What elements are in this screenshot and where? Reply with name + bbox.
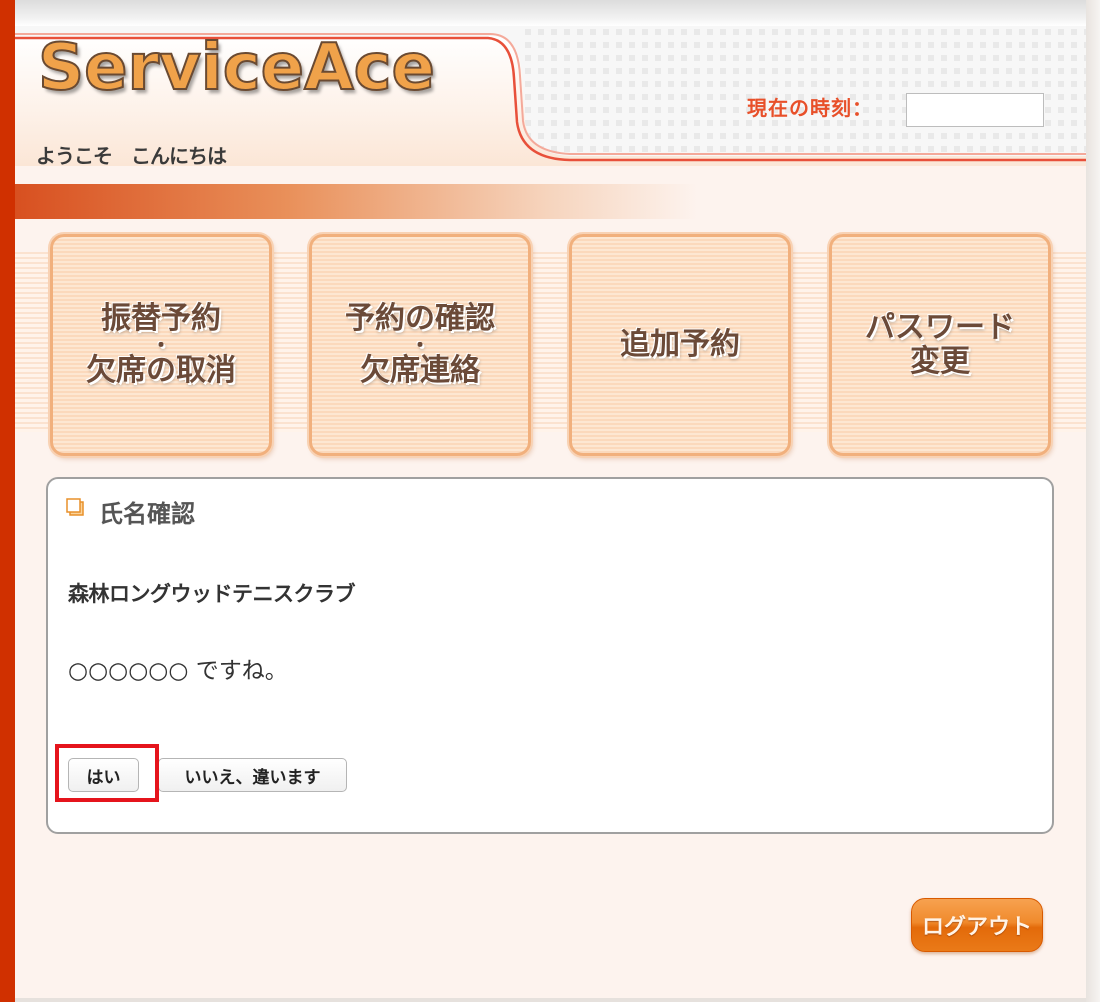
menu-label-dot: ・ bbox=[151, 333, 171, 357]
password-change-menu-button[interactable]: パスワード 変更 bbox=[829, 234, 1051, 456]
menu-label-line1: パスワード bbox=[865, 309, 1015, 345]
menu-label-line1: 追加予約 bbox=[620, 326, 740, 362]
bottom-strip bbox=[15, 998, 1086, 1002]
square-bullet-icon bbox=[66, 498, 84, 516]
menu-label-line2: 欠席の取消 bbox=[86, 353, 236, 388]
welcome-message: ようこそ こんにちは bbox=[36, 144, 227, 168]
club-name: 森林ロングウッドテニスクラブ bbox=[68, 582, 356, 606]
additional-reservation-menu-button[interactable]: 追加予約 bbox=[569, 234, 791, 456]
menu-label-line2: 変更 bbox=[910, 344, 970, 379]
reservation-check-menu-button[interactable]: 予約の確認 ・ 欠席連絡 bbox=[309, 234, 531, 456]
current-time-field[interactable] bbox=[906, 93, 1044, 127]
header-orange-band bbox=[15, 184, 697, 219]
transfer-cancel-menu-button[interactable]: 振替予約 ・ 欠席の取消 bbox=[50, 234, 272, 456]
name-confirm-text: ○○○○○○ ですね。 bbox=[68, 658, 288, 684]
panel-title: 氏名確認 bbox=[99, 500, 195, 528]
yes-button-highlight bbox=[55, 744, 159, 802]
page: ServiceAce ようこそ こんにちは 現在の時刻： 振替予約 ・ 欠席の取… bbox=[0, 0, 1100, 1002]
browser-top-strip bbox=[15, 0, 1086, 26]
left-accent-bar bbox=[0, 0, 15, 1002]
menu-label-line2: 欠席連絡 bbox=[360, 353, 480, 388]
right-edge bbox=[1086, 0, 1100, 1002]
menu-label-dot: ・ bbox=[410, 333, 430, 357]
service-ace-logo: ServiceAce bbox=[37, 31, 436, 105]
no-button[interactable]: いいえ、違います bbox=[158, 758, 347, 792]
current-time-label: 現在の時刻： bbox=[747, 96, 873, 120]
menu-label-line1: 予約の確認 bbox=[345, 300, 495, 336]
menu-label-line1: 振替予約 bbox=[101, 300, 221, 336]
logout-button[interactable]: ログアウト bbox=[911, 898, 1043, 952]
